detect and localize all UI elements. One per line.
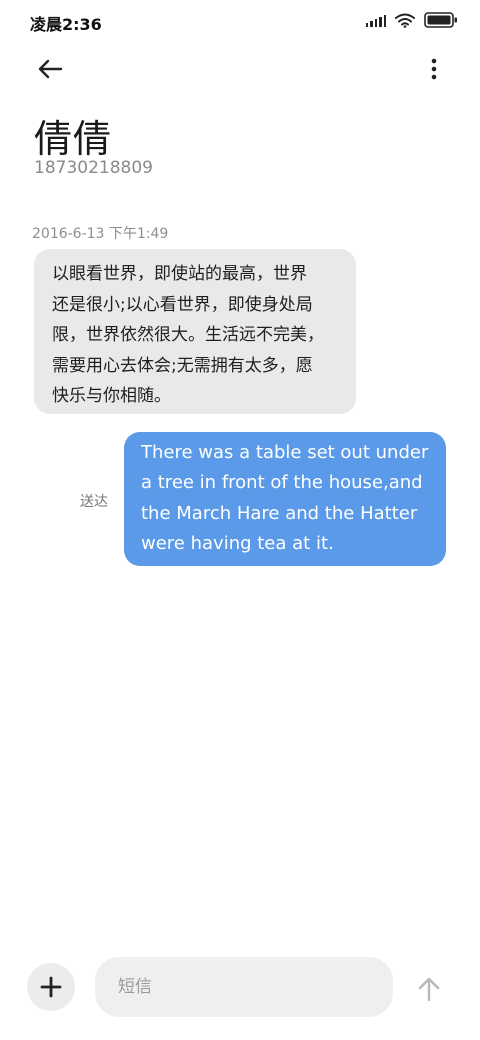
incoming-message-bubble[interactable]: 以眼看世界，即使站的最高，世界 还是很小;以心看世界，即使身处局 限，世界依然很…	[34, 249, 356, 414]
more-vertical-icon	[431, 58, 437, 80]
message-line: 需要用心去体会;无需拥有太多，愿	[52, 355, 313, 376]
contact-number: 18730218809	[34, 158, 153, 178]
message-input[interactable]	[95, 957, 393, 1017]
wifi-icon	[395, 13, 415, 28]
outgoing-message-bubble[interactable]: There was a table set out under a tree i…	[124, 432, 446, 566]
more-options-button[interactable]	[422, 52, 446, 86]
message-line: 限，世界依然很大。生活远不完美，	[52, 325, 324, 345]
message-line: were having tea at it.	[141, 532, 334, 554]
send-button[interactable]	[413, 973, 445, 1005]
status-bar: 凌晨2:36	[0, 0, 480, 44]
plus-icon	[40, 976, 62, 998]
message-line: 以眼看世界，即使站的最高，世界	[52, 264, 307, 284]
contact-name: 倩倩	[34, 117, 113, 161]
back-button[interactable]	[30, 52, 70, 86]
message-timestamp: 2016-6-13 下午1:49	[32, 226, 169, 242]
message-line: the March Hare and the Hatter	[141, 502, 418, 524]
add-attachment-button[interactable]	[27, 963, 75, 1011]
message-line: 快乐与你相随。	[52, 386, 171, 406]
send-arrow-icon	[418, 977, 440, 1002]
status-time: 凌晨2:36	[30, 15, 102, 34]
status-icons	[365, 12, 459, 28]
delivery-status: 送达	[80, 494, 108, 510]
battery-icon	[424, 12, 458, 28]
messaging-screen: 凌晨2:36 倩倩 18730218809 2016-6-13 下午1:49 以…	[0, 0, 480, 1040]
signal-icon	[365, 13, 386, 27]
message-line: a tree in front of the house,and	[141, 472, 423, 494]
message-line: There was a table set out under	[141, 442, 429, 463]
message-line: 还是很小;以心看世界，即使身处局	[52, 294, 313, 315]
back-arrow-icon	[38, 59, 63, 79]
